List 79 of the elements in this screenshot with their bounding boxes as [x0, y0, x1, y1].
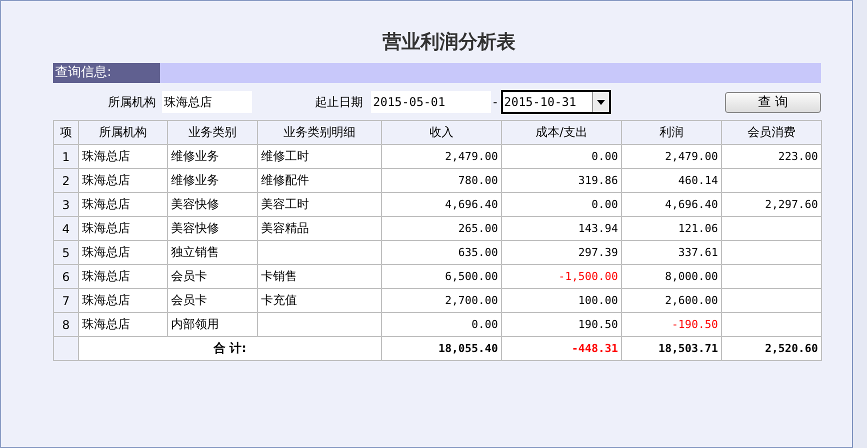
- table-cell: 珠海总店: [78, 240, 168, 264]
- table-cell: 4,696.40: [382, 192, 502, 216]
- column-header: 业务类别: [168, 120, 258, 144]
- table-cell: 18,055.40: [382, 336, 502, 360]
- table-cell: 100.00: [502, 288, 622, 312]
- table-cell: 7: [54, 288, 78, 312]
- table-cell: 维修业务: [168, 144, 258, 168]
- table-cell: 2,700.00: [382, 288, 502, 312]
- table-cell: 635.00: [382, 240, 502, 264]
- table-cell: 珠海总店: [78, 144, 168, 168]
- table-cell: 美容快修: [168, 192, 258, 216]
- table-cell: 0.00: [502, 192, 622, 216]
- caret-icon: [597, 100, 605, 104]
- table-cell: 2,479.00: [622, 144, 722, 168]
- column-header: 所属机构: [78, 120, 168, 144]
- table-cell: 维修业务: [168, 168, 258, 192]
- table-cell: 珠海总店: [78, 264, 168, 288]
- column-header: 利润: [622, 120, 722, 144]
- table-cell: 内部领用: [168, 312, 258, 336]
- table-cell: 2,600.00: [622, 288, 722, 312]
- table-cell: 美容快修: [168, 216, 258, 240]
- table-cell: 4: [54, 216, 78, 240]
- column-header: 业务类别明细: [258, 120, 382, 144]
- table-cell: 0.00: [502, 144, 622, 168]
- table-cell: 6,500.00: [382, 264, 502, 288]
- column-header: 收入: [382, 120, 502, 144]
- table-cell: 190.50: [502, 312, 622, 336]
- table-cell: 337.61: [622, 240, 722, 264]
- field-label: 起止日期: [315, 94, 363, 110]
- table-cell: 独立销售: [168, 240, 258, 264]
- table-cell: 2: [54, 168, 78, 192]
- table-cell: 6: [54, 264, 78, 288]
- table-cell: 5: [54, 240, 78, 264]
- column-header: 项: [54, 120, 78, 144]
- table-cell: 合 计:: [78, 336, 382, 360]
- table-cell: 卡销售: [258, 264, 382, 288]
- column-header: 成本/支出: [502, 120, 622, 144]
- table-cell: 2,520.60: [722, 336, 822, 360]
- table-cell: 121.06: [622, 216, 722, 240]
- table-cell: 珠海总店: [78, 192, 168, 216]
- field-label: 所属机构: [108, 94, 156, 110]
- table-cell: 1: [54, 144, 78, 168]
- table-cell: 美容工时: [258, 192, 382, 216]
- input-field[interactable]: 珠海总店: [162, 91, 252, 113]
- table-cell: 0.00: [382, 312, 502, 336]
- table-cell: 18,503.71: [622, 336, 722, 360]
- table-cell: 卡充值: [258, 288, 382, 312]
- table-cell: 460.14: [622, 168, 722, 192]
- table-cell: 2,297.60: [722, 192, 822, 216]
- table-cell: 319.86: [502, 168, 622, 192]
- table-cell: 珠海总店: [78, 312, 168, 336]
- table-cell: 265.00: [382, 216, 502, 240]
- table-cell: 297.39: [502, 240, 622, 264]
- column-header: 会员消费: [722, 120, 822, 144]
- table-cell: 3: [54, 192, 78, 216]
- table-cell: 2,479.00: [382, 144, 502, 168]
- section-label: 查询信息:: [53, 63, 160, 83]
- table-cell: 维修工时: [258, 144, 382, 168]
- table-cell: -1,500.00: [502, 264, 622, 288]
- table-cell: 维修配件: [258, 168, 382, 192]
- table-cell: 8: [54, 312, 78, 336]
- table-cell: 珠海总店: [78, 288, 168, 312]
- table-cell: 会员卡: [168, 288, 258, 312]
- table-cell: 珠海总店: [78, 168, 168, 192]
- date-separator: -: [493, 95, 498, 109]
- report-title: 营业利润分析表: [382, 30, 516, 55]
- table-cell: 会员卡: [168, 264, 258, 288]
- table-cell: 4,696.40: [622, 192, 722, 216]
- table-cell: -448.31: [502, 336, 622, 360]
- table-cell: 223.00: [722, 144, 822, 168]
- table-cell: 143.94: [502, 216, 622, 240]
- table-cell: 珠海总店: [78, 216, 168, 240]
- table-cell: 780.00: [382, 168, 502, 192]
- query-button[interactable]: 查 询: [725, 92, 821, 112]
- table-cell: 美容精品: [258, 216, 382, 240]
- table-cell: -190.50: [622, 312, 722, 336]
- table-cell: 8,000.00: [622, 264, 722, 288]
- date-dropdown[interactable]: 2015-10-31: [501, 90, 611, 114]
- date-field[interactable]: 2015-05-01: [371, 91, 491, 113]
